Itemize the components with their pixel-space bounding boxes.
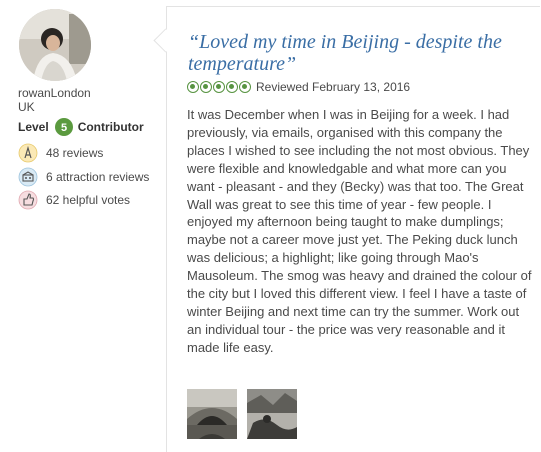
rating-bubble-icon (213, 81, 225, 93)
level-label: Level (18, 120, 49, 134)
stat-helpful-votes: 62 helpful votes (18, 190, 130, 210)
reviewer-avatar[interactable] (19, 9, 91, 81)
reviewer-sidebar: rowanLondon UK Level 5 Contributor 48 re… (0, 0, 165, 451)
level-badge-icon: 5 (54, 118, 73, 136)
review-photo-bridge[interactable] (187, 389, 237, 439)
attraction-icon (18, 167, 38, 187)
stat-helpful-votes-text: 62 helpful votes (46, 193, 131, 207)
rating-bubble-icon (187, 81, 199, 93)
review-photo-landscape[interactable] (247, 389, 297, 439)
rating-bubble-icon (239, 81, 251, 93)
stat-attraction-reviews: 6 attraction reviews (18, 167, 149, 187)
thumbs-up-icon (18, 190, 38, 210)
stat-reviews: 48 reviews (18, 143, 103, 163)
rating-bubbles (187, 81, 252, 93)
reviewer-country: UK (18, 100, 35, 114)
level-title: Contributor (77, 120, 144, 134)
stat-attraction-reviews-text: 6 attraction reviews (46, 170, 150, 184)
review-body: It was December when I was in Beijing fo… (187, 107, 532, 355)
review-rating-row: Reviewed February 13, 2016 (187, 80, 410, 94)
reviewer-username[interactable]: rowanLondon (18, 86, 91, 100)
level-number: 5 (61, 122, 67, 134)
pen-icon (18, 143, 38, 163)
rating-bubble-icon (226, 81, 238, 93)
rating-bubble-icon (200, 81, 212, 93)
reviewer-level: Level 5 Contributor (18, 118, 144, 136)
stat-reviews-text: 48 reviews (46, 146, 104, 160)
review-title[interactable]: “Loved my time in Beijing - despite the … (188, 31, 528, 75)
reviewed-date: Reviewed February 13, 2016 (256, 80, 411, 94)
